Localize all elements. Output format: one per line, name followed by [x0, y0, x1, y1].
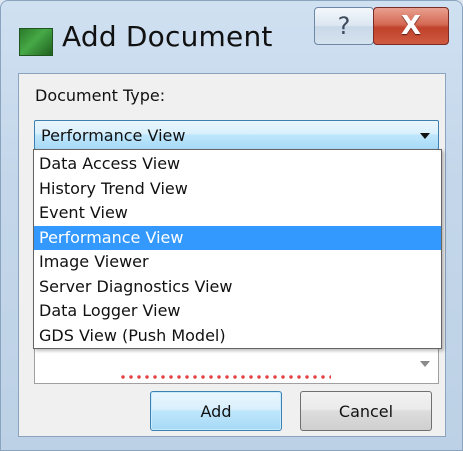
- dropdown-option[interactable]: Data Access View: [34, 152, 441, 177]
- app-icon: [19, 28, 53, 56]
- document-type-dropdown-list[interactable]: Data Access View History Trend View Event …: [33, 149, 442, 349]
- dropdown-option[interactable]: Image Viewer: [34, 250, 441, 275]
- document-type-label: Document Type:: [35, 86, 166, 105]
- close-icon: X: [400, 11, 422, 41]
- document-type-value: Performance View: [41, 126, 186, 145]
- help-button[interactable]: ?: [314, 7, 374, 45]
- dropdown-option[interactable]: History Trend View: [34, 177, 441, 202]
- dropdown-option[interactable]: Data Logger View: [34, 299, 441, 324]
- spellcheck-underline: [121, 373, 331, 381]
- scroll-down-icon[interactable]: [420, 361, 430, 367]
- add-button[interactable]: Add: [150, 391, 282, 431]
- dialog-title: Add Document: [62, 20, 273, 53]
- title-bar[interactable]: Add Document ? X: [1, 1, 463, 73]
- document-type-select[interactable]: Performance View: [34, 120, 439, 150]
- cancel-button[interactable]: Cancel: [300, 391, 432, 431]
- help-icon: ?: [337, 12, 351, 40]
- add-document-dialog: Add Document ? X Document Type: Performa…: [0, 0, 463, 451]
- dropdown-option[interactable]: Server Diagnostics View: [34, 275, 441, 300]
- close-button[interactable]: X: [373, 7, 449, 45]
- dropdown-option[interactable]: Event View: [34, 201, 441, 226]
- dropdown-option[interactable]: GDS View (Push Model): [34, 324, 441, 349]
- dropdown-option[interactable]: Performance View: [34, 225, 441, 250]
- chevron-down-icon[interactable]: [420, 133, 430, 139]
